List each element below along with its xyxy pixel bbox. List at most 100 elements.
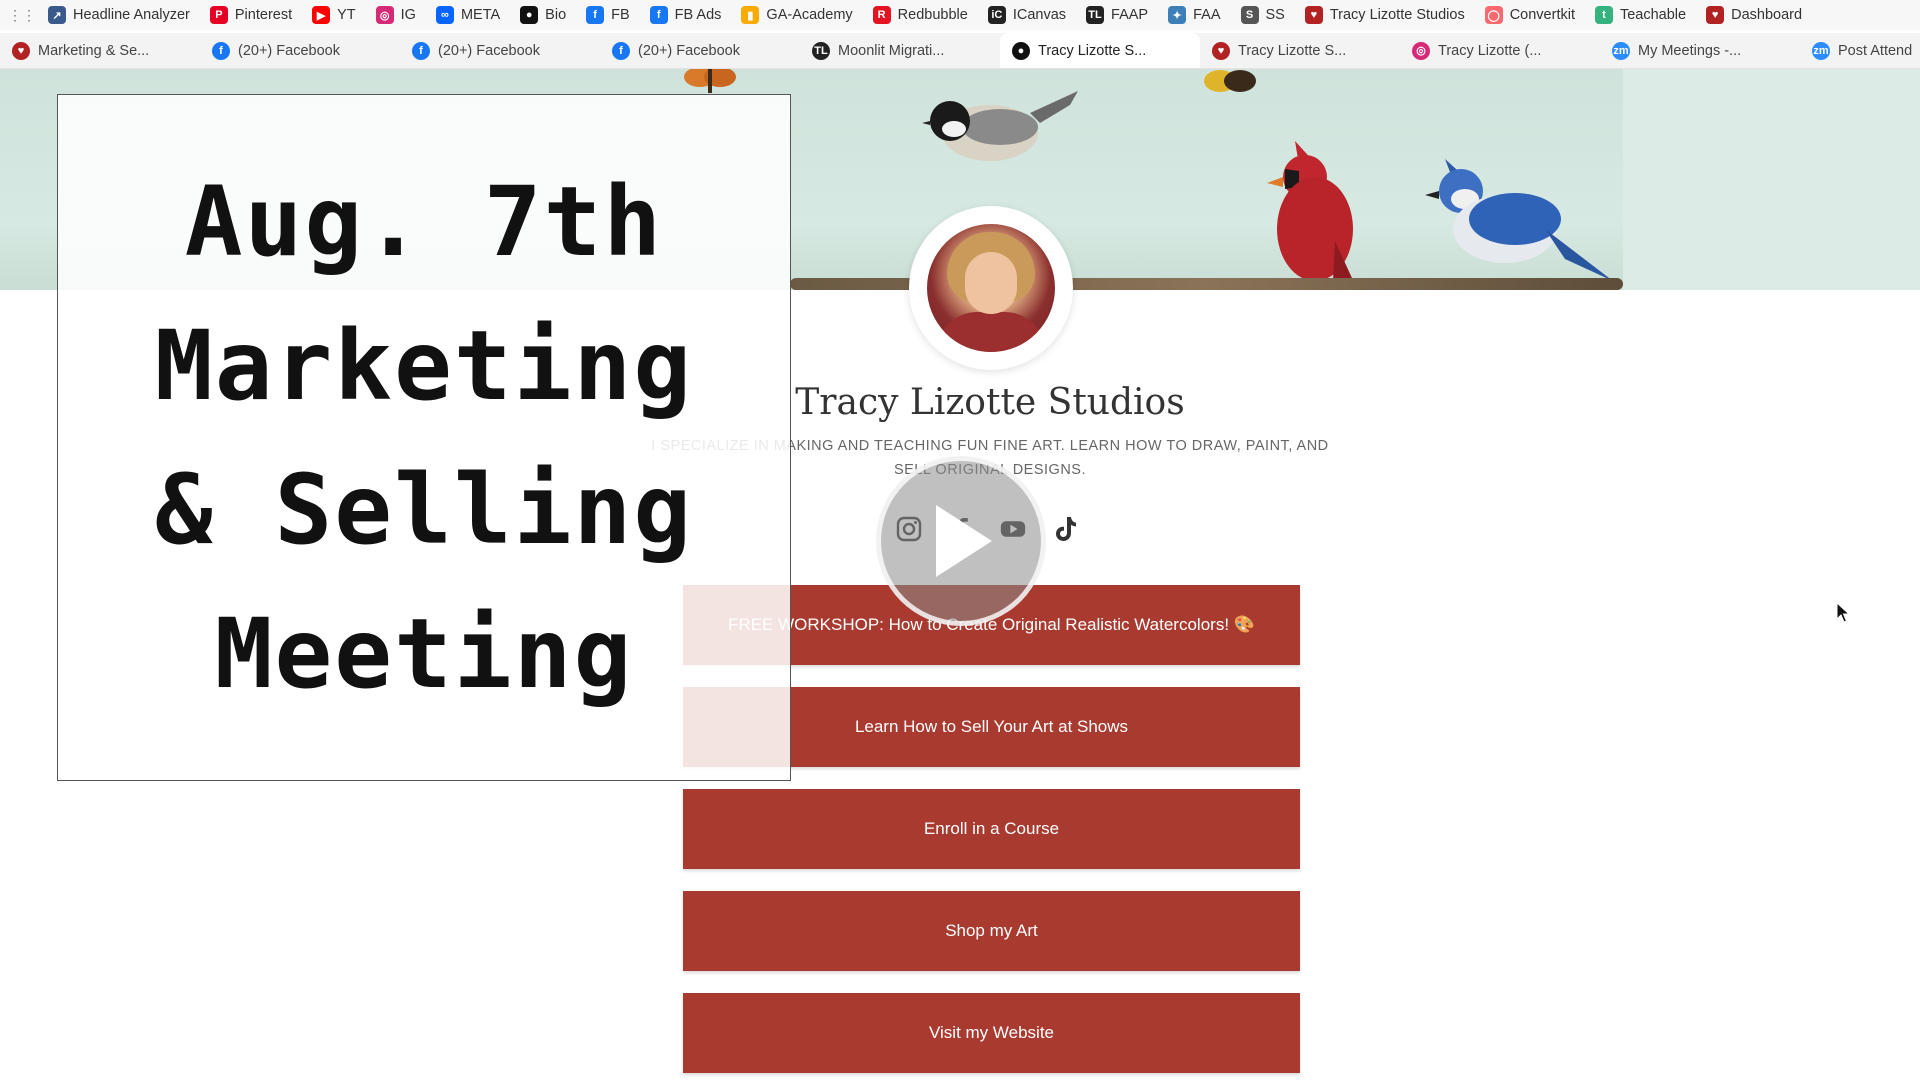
bookmark-item[interactable]: TL FAAP [1076, 0, 1158, 30]
bookmark-item[interactable]: f FB [576, 0, 640, 30]
bookmark-label: Headline Analyzer [73, 7, 190, 23]
link-button-visit-website[interactable]: Visit my Website [683, 993, 1300, 1073]
instagram-icon: ◎ [1412, 41, 1430, 60]
browser-tab[interactable]: ◎ Tracy Lizotte (... [1400, 33, 1600, 68]
meeting-title-line: Aug. 7th [184, 165, 664, 278]
moth-icon [1204, 70, 1256, 92]
tab-title: Tracy Lizotte S... [1038, 42, 1147, 59]
link-button-shop-art[interactable]: Shop my Art [683, 891, 1300, 971]
tab-strip: ♥ Marketing & Se... f (20+) Facebook f (20+) … [0, 33, 1920, 69]
video-play-button[interactable] [876, 456, 1046, 626]
bookmark-item[interactable]: ↗ Headline Analyzer [38, 0, 200, 30]
icanvas-icon: iC [987, 6, 1006, 24]
youtube-icon: ▶ [312, 6, 331, 24]
facebook-icon: f [412, 41, 430, 60]
bookmarks-bar: ⋮⋮ ↗ Headline Analyzer P Pinterest ▶ YT ◎ IG ∞ ME… [0, 0, 1920, 30]
bookmark-item[interactable]: ✦ FAA [1158, 0, 1230, 30]
bookmark-label: Teachable [1619, 7, 1687, 23]
browser-tab[interactable]: f (20+) Facebook [400, 33, 600, 68]
bookmark-label: Tracy Lizotte Studios [1329, 7, 1465, 23]
bookmark-label: GA-Academy [766, 7, 853, 23]
bookmark-item[interactable]: ♥ Tracy Lizotte Studios [1295, 0, 1475, 30]
teachable-icon: t [1594, 6, 1613, 24]
browser-tab[interactable]: ♥ Marketing & Se... [0, 33, 200, 68]
bookmark-label: SS [1265, 7, 1285, 23]
bookmark-item[interactable]: ∞ META [426, 0, 510, 30]
meeting-title: Aug. 7th Marketing & Selling Meeting [155, 150, 693, 726]
tab-title: Moonlit Migrati... [838, 42, 945, 59]
tab-title: (20+) Facebook [238, 42, 340, 59]
meeting-title-line: & Selling [154, 453, 694, 566]
bookmark-item[interactable]: S SS [1231, 0, 1295, 30]
zoom-icon: zm [1812, 41, 1830, 60]
meeting-title-line: Marketing [154, 309, 694, 422]
zoom-icon: zm [1612, 41, 1630, 60]
cardinal-icon: ♥ [1706, 6, 1725, 24]
apps-grid-icon[interactable]: ⋮⋮ [8, 5, 36, 25]
analytics-icon: ▮ [741, 6, 760, 24]
bookmark-label: Bio [545, 7, 567, 23]
tiktok-icon[interactable] [1052, 516, 1078, 542]
meta-icon: ∞ [435, 6, 454, 24]
facebook-icon: f [586, 6, 605, 24]
pinterest-icon: P [209, 6, 228, 24]
bookmark-label: FAA [1193, 7, 1221, 23]
tab-title: Marketing & Se... [38, 42, 150, 59]
bookmark-label: IG [400, 7, 416, 23]
tab-title: Tracy Lizotte S... [1238, 42, 1347, 59]
trend-icon: ↗ [48, 6, 66, 24]
ss-icon: S [1240, 6, 1259, 24]
tl-icon: TL [812, 41, 830, 60]
bookmark-item[interactable]: f FB Ads [640, 0, 732, 30]
facebook-icon: f [649, 6, 668, 24]
bookmark-item[interactable]: ▶ YT [302, 0, 366, 30]
bookmark-item[interactable]: P Pinterest [200, 0, 302, 30]
bookmark-label: Pinterest [234, 7, 293, 23]
tl-icon: TL [1086, 6, 1105, 24]
cardinal-icon: ♥ [1304, 6, 1323, 24]
browser-tab[interactable]: TL Moonlit Migrati... [800, 33, 1000, 68]
instagram-icon: ◎ [375, 6, 394, 24]
browser-tab[interactable]: ♥ Tracy Lizotte S... [1200, 33, 1400, 68]
facebook-icon: f [212, 41, 230, 60]
bookmark-item[interactable]: t Teachable [1585, 0, 1696, 30]
mouse-cursor-icon [1836, 602, 1851, 623]
bookmark-item[interactable]: ● Bio [510, 0, 576, 30]
bookmark-item[interactable]: ▮ GA-Academy [731, 0, 862, 30]
bookmark-item[interactable]: R Redbubble [863, 0, 978, 30]
banner-edge [1623, 69, 1920, 290]
play-icon [936, 505, 992, 577]
cardinal-icon: ♥ [12, 41, 30, 60]
meeting-title-card: Aug. 7th Marketing & Selling Meeting [57, 94, 791, 781]
avatar-photo [927, 224, 1055, 352]
bookmark-label: YT [337, 7, 356, 23]
bookmark-item[interactable]: ◎ IG [366, 0, 426, 30]
browser-tab[interactable]: ● Tracy Lizotte S... [1000, 33, 1200, 68]
tab-title: (20+) Facebook [438, 42, 540, 59]
dot-icon: ● [520, 6, 539, 24]
bookmark-label: Convertkit [1509, 7, 1575, 23]
tab-title: Post Attend [1838, 42, 1913, 59]
blue-jay-bird-icon [1425, 159, 1613, 281]
bookmark-label: META [460, 7, 501, 23]
browser-tab[interactable]: f (20+) Facebook [200, 33, 400, 68]
browser-tab[interactable]: f (20+) Facebook [600, 33, 800, 68]
link-button-enroll-course[interactable]: Enroll in a Course [683, 789, 1300, 869]
bookmark-item[interactable]: iC ICanvas [978, 0, 1076, 30]
bookmark-item[interactable]: ◯ Convertkit [1475, 0, 1585, 30]
bookmark-label: Dashboard [1731, 7, 1803, 23]
bookmark-label: ICanvas [1012, 7, 1067, 23]
redbubble-icon: R [872, 6, 891, 24]
bookmark-label: FB Ads [674, 7, 722, 23]
meeting-title-line: Meeting [214, 597, 634, 710]
browser-tab[interactable]: zm Post Attend [1800, 33, 1920, 68]
dot-icon: ● [1012, 41, 1030, 60]
tab-title: (20+) Facebook [638, 42, 740, 59]
browser-tab[interactable]: zm My Meetings -... [1600, 33, 1800, 68]
bookmark-label: Redbubble [897, 7, 968, 23]
bookmark-item[interactable]: ♥ Dashboard [1696, 0, 1812, 30]
facebook-icon: f [612, 41, 630, 60]
profile-avatar[interactable] [909, 206, 1073, 370]
tab-title: My Meetings -... [1638, 42, 1742, 59]
cardinal-icon: ♥ [1212, 41, 1230, 60]
